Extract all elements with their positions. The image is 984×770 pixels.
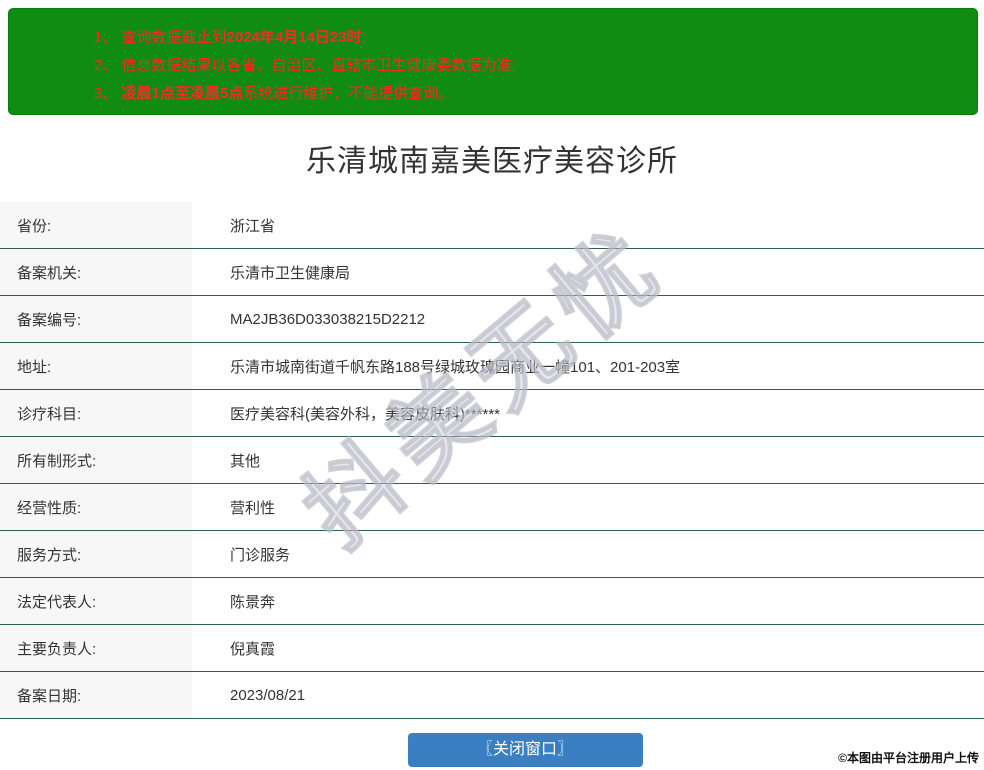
row-label: 备案编号: — [0, 296, 192, 342]
row-value: 2023/08/21 — [230, 686, 306, 704]
notice-line-3: 3、 凌晨1点至凌晨5点系统进行维护，不能提供查询。 — [94, 80, 957, 108]
row-address: 地址: 乐清市城南街道千帆东路188号绿城玫瑰园商业一幢101、201-203室 — [0, 343, 984, 390]
row-treatment-subjects: 诊疗科目: 医疗美容科(美容外科，美容皮肤科)****** — [0, 390, 984, 437]
row-label: 主要负责人: — [0, 625, 192, 671]
row-filing-number: 备案编号: MA2JB36D033038215D2212 — [0, 296, 984, 343]
page-title: 乐清城南嘉美医疗美容诊所 — [306, 145, 678, 178]
notice-line-1-bold: 2024年4月14日23时 — [226, 29, 362, 46]
row-principal: 主要负责人: 倪真霞 — [0, 625, 984, 672]
row-value: 陈景奔 — [230, 593, 276, 611]
row-label: 备案机关: — [0, 249, 192, 295]
upload-credit: ©本图由平台注册用户上传 — [838, 751, 979, 765]
button-row: 〖关闭窗口〗 — [0, 733, 984, 767]
notice-line-3-bold: 凌晨1点至凌晨5点 — [121, 85, 244, 102]
row-label: 法定代表人: — [0, 578, 192, 624]
row-label: 所有制形式: — [0, 437, 192, 483]
row-ownership-form: 所有制形式: 其他 — [0, 437, 984, 484]
query-result-page: 1、 查询数据截止到2024年4月14日23时; 2、 信息数据结果以各省、自治… — [0, 0, 984, 770]
info-table: 省份: 浙江省 备案机关: 乐清市卫生健康局 备案编号: MA2JB36D033… — [0, 202, 984, 719]
row-value: 乐清市卫生健康局 — [230, 264, 351, 282]
row-label: 省份: — [0, 202, 192, 248]
row-value: 乐清市城南街道千帆东路188号绿城玫瑰园商业一幢101、201-203室 — [230, 358, 681, 376]
row-value: 浙江省 — [230, 217, 276, 235]
notice-line-2: 2、 信息数据结果以各省、自治区、直辖市卫生健康委数据为准; — [94, 52, 957, 80]
row-label: 经营性质: — [0, 484, 192, 530]
row-value: 医疗美容科(美容外科，美容皮肤科)****** — [230, 405, 501, 423]
row-value: MA2JB36D033038215D2212 — [230, 310, 426, 328]
row-business-nature: 经营性质: 营利性 — [0, 484, 984, 531]
notice-banner: 1、 查询数据截止到2024年4月14日23时; 2、 信息数据结果以各省、自治… — [8, 8, 978, 115]
notice-line-3-suffix: 系统进行维护，不能提供查询。 — [243, 85, 454, 102]
row-value: 营利性 — [230, 499, 276, 517]
row-value: 门诊服务 — [230, 546, 291, 564]
notice-line-1-suffix: ; — [361, 29, 366, 46]
row-label: 地址: — [0, 343, 192, 389]
row-province: 省份: 浙江省 — [0, 202, 984, 249]
row-value: 倪真霞 — [230, 640, 276, 658]
row-label: 备案日期: — [0, 672, 192, 718]
row-filing-date: 备案日期: 2023/08/21 — [0, 672, 984, 719]
row-label: 诊疗科目: — [0, 390, 192, 436]
row-service-mode: 服务方式: 门诊服务 — [0, 531, 984, 578]
notice-line-1-text: 1、 查询数据截止到 — [94, 29, 227, 46]
row-value: 其他 — [230, 452, 261, 470]
row-filing-authority: 备案机关: 乐清市卫生健康局 — [0, 249, 984, 296]
notice-line-1: 1、 查询数据截止到2024年4月14日23时; — [94, 24, 957, 52]
notice-line-3-text: 3、 — [94, 85, 122, 102]
notice-line-2-text: 2、 信息数据结果以各省、自治区、直辖市卫生健康委数据为准; — [94, 57, 516, 74]
row-legal-representative: 法定代表人: 陈景奔 — [0, 578, 984, 625]
close-window-button[interactable]: 〖关闭窗口〗 — [407, 733, 643, 767]
row-label: 服务方式: — [0, 531, 192, 577]
